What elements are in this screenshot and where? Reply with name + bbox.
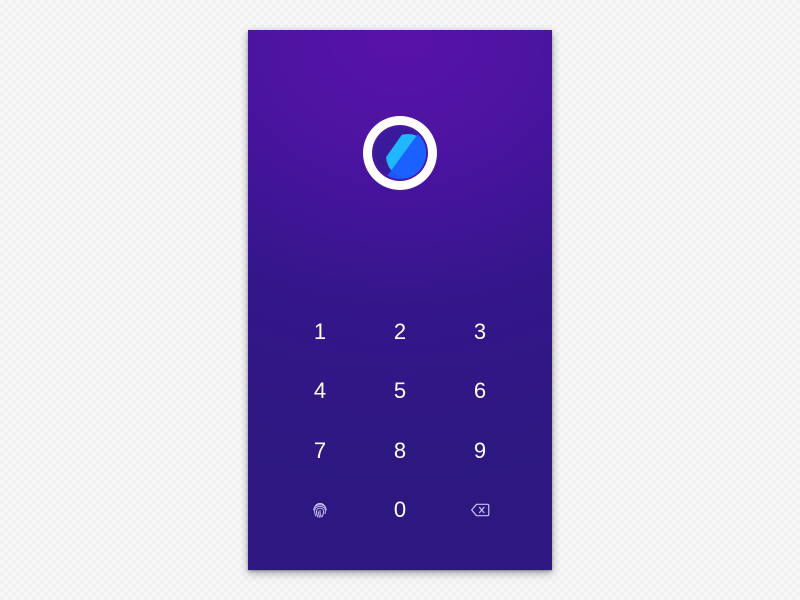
backspace-icon [470, 503, 490, 517]
key-2[interactable]: 2 [360, 302, 440, 362]
key-9[interactable]: 9 [440, 421, 520, 481]
backspace-button[interactable] [440, 481, 520, 541]
key-4[interactable]: 4 [280, 362, 360, 422]
key-7[interactable]: 7 [280, 421, 360, 481]
fingerprint-icon [310, 500, 330, 520]
key-3[interactable]: 3 [440, 302, 520, 362]
lock-screen: 1 2 3 4 5 6 7 8 9 0 [248, 30, 552, 570]
app-logo-icon [363, 116, 437, 190]
key-6[interactable]: 6 [440, 362, 520, 422]
key-0[interactable]: 0 [360, 481, 440, 541]
key-1[interactable]: 1 [280, 302, 360, 362]
key-5[interactable]: 5 [360, 362, 440, 422]
pin-keypad: 1 2 3 4 5 6 7 8 9 0 [280, 302, 520, 540]
fingerprint-button[interactable] [280, 481, 360, 541]
key-8[interactable]: 8 [360, 421, 440, 481]
